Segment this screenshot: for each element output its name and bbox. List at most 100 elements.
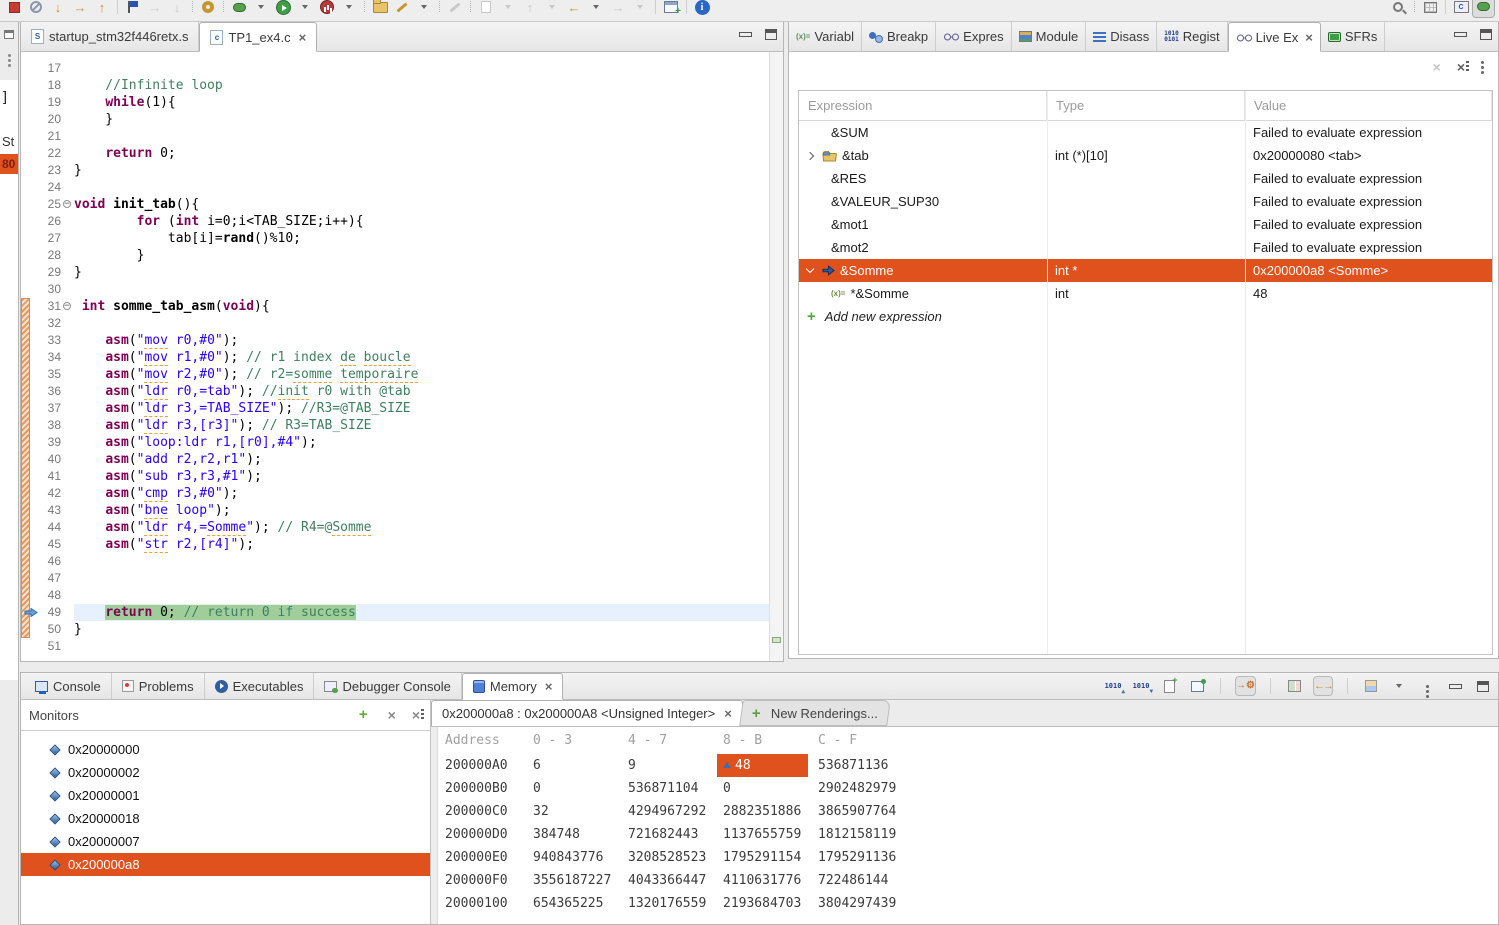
memory-monitor-item[interactable]: 0x20000018 [21,807,430,830]
fold-collapse-icon[interactable]: − [63,302,71,310]
line-number[interactable]: 24 [31,179,61,196]
commit-disabled-icon[interactable] [475,0,497,21]
chevron-right-icon[interactable] [806,151,814,159]
nav-dd-disabled-icon[interactable] [541,0,563,21]
highlight-dropdown-icon[interactable] [413,0,435,21]
line-number[interactable]: 19 [31,94,61,111]
line-number[interactable]: 29 [31,264,61,281]
memory-address-cell[interactable]: 20000100 [439,892,527,915]
memory-address-cell[interactable]: 200000F0 [439,869,527,892]
line-number[interactable]: 42 [31,485,61,502]
line-number[interactable]: 48 [31,587,61,604]
debug-dropdown-icon[interactable] [250,0,272,21]
memory-monitor-item[interactable]: 0x20000002 [21,761,430,784]
commit-dd-disabled-icon[interactable] [497,0,519,21]
memory-monitor-item[interactable]: 0x20000000 [21,738,430,761]
view-menu-icon[interactable] [1481,61,1484,64]
tab-tp1-ex4-c[interactable]: c TP1_ex4.c × [199,22,317,52]
memory-row[interactable]: 200000F035561872274043366447411063177672… [439,869,1498,892]
memory-value-cell[interactable]: 4110631776 [717,869,812,892]
memory-table-scrollbar[interactable] [431,727,438,924]
memory-value-cell[interactable]: 4043366447 [622,869,717,892]
view-tab-debugger-console[interactable]: Debugger Console [314,673,461,699]
memory-value-cell[interactable]: 32 [527,800,622,823]
expression-row[interactable]: &RESFailed to evaluate expression [799,167,1492,190]
close-icon[interactable]: × [545,679,553,694]
memory-value-cell[interactable]: 3208528523 [622,846,717,869]
build-icon[interactable] [197,0,219,21]
view-tab-executables[interactable]: Executables [205,673,315,699]
memory-value-cell[interactable]: 1795291154 [717,846,812,869]
instruction-stepping-icon[interactable] [122,0,144,21]
line-number[interactable]: 36 [31,383,61,400]
col-4-7[interactable]: 4 - 7 [622,729,717,752]
line-number[interactable]: 31 [31,298,61,315]
expression-row[interactable]: &Sommeint *0x200000a8 <Somme> [799,259,1492,282]
terminate-icon[interactable] [3,0,25,21]
memory-value-cell[interactable]: 2193684703 [717,892,812,915]
memory-monitor-item[interactable]: 0x20000007 [21,830,430,853]
next-memory-unit-icon[interactable]: 1010▼ [1132,676,1150,696]
edit-disabled-icon[interactable] [444,0,466,21]
memory-value-cell[interactable]: 0 [717,777,812,800]
expression-row[interactable]: &mot1Failed to evaluate expression [799,213,1492,236]
col-type[interactable]: Type [1047,91,1245,120]
view-tab-regist[interactable]: 10100101Regist [1157,22,1227,51]
overview-ruler[interactable] [769,52,783,661]
line-number[interactable]: 27 [31,230,61,247]
skip-all-breakpoints-icon[interactable] [25,0,47,21]
line-number[interactable]: 23 [31,162,61,179]
fwd-dd-disabled-icon[interactable] [629,0,651,21]
view-tab-memory[interactable]: Memory× [462,673,564,700]
memory-address-cell[interactable]: 200000B0 [439,777,527,800]
layout-dropdown-icon[interactable] [1390,676,1408,696]
back-icon[interactable]: ← [563,0,585,21]
open-folder-icon[interactable] [369,0,391,21]
expression-row[interactable]: &SUMFailed to evaluate expression [799,121,1492,144]
memory-value-cell[interactable]: 3865907764 [812,800,1498,823]
remove-expression-icon[interactable]: × [1433,60,1441,74]
line-number[interactable]: 37 [31,400,61,417]
memory-address-cell[interactable]: 200000E0 [439,846,527,869]
line-number[interactable]: 20 [31,111,61,128]
col-address[interactable]: Address [439,729,527,752]
memory-row[interactable]: 200000B0053687110402902482979 [439,777,1498,800]
navigate-up-disabled-icon[interactable]: ↑ [519,0,541,21]
line-number[interactable]: 46 [31,553,61,570]
memory-value-cell[interactable]: 2882351886 [717,800,812,823]
line-number[interactable]: 22 [31,145,61,162]
expression-row[interactable]: &mot2Failed to evaluate expression [799,236,1492,259]
memory-address-cell[interactable]: 200000A0 [439,754,527,777]
memory-value-cell[interactable]: 940843776 [527,846,622,869]
step-into-icon[interactable]: ↓ [47,0,69,21]
line-number[interactable]: 32 [31,315,61,332]
step-return-icon[interactable]: ↑ [91,0,113,21]
remove-memory-monitor-icon[interactable]: × [388,708,396,722]
step-over-icon[interactable]: → [69,0,91,21]
memory-value-cell[interactable]: 384748 [527,823,622,846]
line-number[interactable]: 18 [31,77,61,94]
memory-row[interactable]: 200000A06948536871136 [439,754,1498,777]
col-value[interactable]: Value [1245,91,1492,120]
profile-icon[interactable] [316,0,338,21]
view-tab-variabl[interactable]: (x)=Variabl [789,22,862,51]
pin-memory-monitor-icon[interactable] [1188,676,1206,696]
chevron-down-icon[interactable] [806,265,814,273]
view-tab-sfrs[interactable]: SFRs [1321,22,1386,51]
view-tab-expres[interactable]: Expres [936,22,1011,51]
line-number[interactable]: 21 [31,128,61,145]
memory-value-cell[interactable]: 536871104 [622,777,717,800]
line-number[interactable]: 25 [31,196,61,213]
close-icon[interactable]: × [1305,30,1313,45]
line-number[interactable]: 45 [31,536,61,553]
memory-rendering-tab[interactable]: 0x200000a8 : 0x200000A8 <Unsigned Intege… [431,700,743,726]
memory-value-cell[interactable]: 4294967292 [622,800,717,823]
close-icon[interactable]: × [724,706,732,721]
link-to-debug-context-icon[interactable]: →⚙ [1235,676,1256,696]
line-number[interactable]: 50 [31,621,61,638]
memory-monitor-item[interactable]: 0x20000001 [21,784,430,807]
memory-row[interactable]: 200000D038474872168244311376557591812158… [439,823,1498,846]
run-icon[interactable] [272,0,294,21]
memory-row[interactable]: 200000E094084377632085285231795291154179… [439,846,1498,869]
memory-address-cell[interactable]: 200000D0 [439,823,527,846]
